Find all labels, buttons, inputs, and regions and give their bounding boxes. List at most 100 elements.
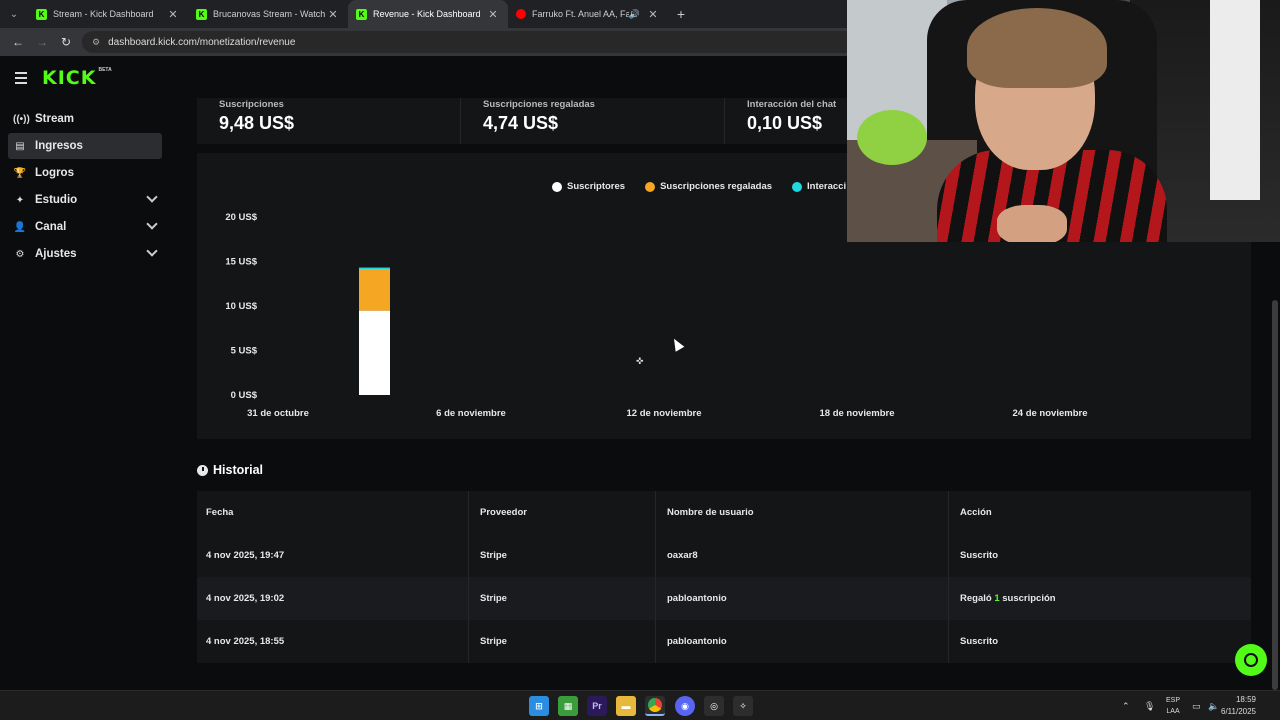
windows-start-icon[interactable]: ⊞ xyxy=(529,696,549,716)
premiere-icon[interactable]: Pr xyxy=(587,696,607,716)
folder-icon[interactable]: ▬ xyxy=(616,696,636,716)
discord-icon[interactable]: ◉ xyxy=(675,696,695,716)
gear-icon: ⚙ xyxy=(15,248,25,260)
obs-icon[interactable]: ◎ xyxy=(704,696,724,716)
kick-logo[interactable]: KICK xyxy=(42,67,96,89)
close-icon[interactable]: ✕ xyxy=(486,8,500,21)
column-header-accion[interactable]: Acción xyxy=(949,491,1251,534)
tab-search-icon[interactable]: ⌄ xyxy=(0,0,28,28)
chevron-down-icon[interactable] xyxy=(146,218,158,230)
historial-table: Fecha Proveedor Nombre de usuario Acción… xyxy=(197,491,1251,663)
clock-icon xyxy=(197,464,208,476)
sidebar-item-label: Logros xyxy=(35,167,74,179)
speaker-icon[interactable]: 🔊 xyxy=(629,9,640,20)
address-bar[interactable]: ⚙ dashboard.kick.com/monetization/revenu… xyxy=(82,31,902,53)
accion-text: Regaló xyxy=(960,593,995,604)
close-icon[interactable]: ✕ xyxy=(646,8,660,21)
y-tick-label: 5 US$ xyxy=(231,346,258,357)
sidebar-item-canal[interactable]: 👤 Canal xyxy=(8,214,162,240)
browser-tab-3[interactable]: Farruko Ft. Anuel AA, Fat Jo 🔊 ✕ xyxy=(508,0,668,28)
tab-title: Stream - Kick Dashboard xyxy=(53,9,154,19)
cell-usuario: oaxar8 xyxy=(656,534,949,577)
stat-label: Suscripciones regaladas xyxy=(483,99,595,110)
column-header-fecha[interactable]: Fecha xyxy=(197,491,469,534)
sidebar-item-label: Canal xyxy=(35,221,67,233)
webcam-hair xyxy=(967,8,1107,88)
microphone-icon[interactable]: 🎙 xyxy=(1144,691,1155,720)
back-button[interactable]: ← xyxy=(6,30,30,54)
browser-tab-1[interactable]: K Brucanovas Stream - Watch Live ✕ xyxy=(188,0,348,28)
menu-icon[interactable] xyxy=(0,72,42,84)
tab-title: Revenue - Kick Dashboard xyxy=(373,9,481,19)
tab-title: Farruko Ft. Anuel AA, Fat Jo xyxy=(532,9,629,19)
bar-segment-0[interactable] xyxy=(359,310,390,395)
screen: ⌄ K Stream - Kick Dashboard ✕ K Brucanov… xyxy=(0,0,1280,720)
minecraft-icon[interactable]: ▦ xyxy=(558,696,578,716)
broadcast-icon: ((•)) xyxy=(13,113,30,125)
clock-date: 6/11/2025 xyxy=(1221,707,1256,716)
column-header-usuario[interactable]: Nombre de usuario xyxy=(656,491,949,534)
cell-fecha: 4 nov 2025, 19:47 xyxy=(197,534,469,577)
webcam-overlay xyxy=(847,0,1280,242)
webcam-shelf-panel xyxy=(1210,0,1260,200)
channel-icon: 👤 xyxy=(13,221,27,233)
site-info-icon[interactable]: ⚙ xyxy=(92,37,100,48)
x-tick-label: 24 de noviembre xyxy=(1013,408,1088,419)
kick-favicon-icon: K xyxy=(36,8,47,20)
table-row: 4 nov 2025, 18:55 Stripe pabloantonio Su… xyxy=(197,620,1251,663)
sidebar-item-label: Stream xyxy=(35,113,74,125)
stat-suscripciones-regaladas: Suscripciones regaladas 4,74 US$ xyxy=(461,98,725,144)
reload-button[interactable]: ↻ xyxy=(54,30,78,54)
browser-tab-0[interactable]: K Stream - Kick Dashboard ✕ xyxy=(28,0,188,28)
accion-text: Suscrito xyxy=(960,636,999,647)
x-tick-label: 6 de noviembre xyxy=(436,408,506,419)
browser-tab-2[interactable]: K Revenue - Kick Dashboard ✕ xyxy=(348,0,508,28)
app-icon[interactable]: ✧ xyxy=(733,696,753,716)
cell-fecha: 4 nov 2025, 18:55 xyxy=(197,620,469,663)
network-icon[interactable]: ▭ xyxy=(1192,691,1201,720)
volume-icon[interactable]: 🔈 xyxy=(1208,691,1219,720)
bar-segment-2[interactable] xyxy=(359,267,390,270)
taskbar-clock[interactable]: 18:59 6/11/2025 xyxy=(1221,694,1256,718)
x-tick-label: 18 de noviembre xyxy=(820,408,895,419)
cell-fecha: 4 nov 2025, 19:02 xyxy=(197,577,469,620)
cell-usuario: pabloantonio xyxy=(656,577,949,620)
clock-time: 18:59 xyxy=(1235,695,1256,704)
lang-bottom: LAA xyxy=(1166,708,1180,715)
url-text: dashboard.kick.com/monetization/revenue xyxy=(108,36,296,48)
page-scrollbar[interactable] xyxy=(1272,300,1278,690)
sidebar: ((•)) Stream ▤ Ingresos 🏆 Logros ✦ Estud… xyxy=(0,106,170,268)
chevron-down-icon[interactable] xyxy=(146,245,158,257)
cell-usuario: pabloantonio xyxy=(656,620,949,663)
ledger-icon: ▤ xyxy=(15,140,25,152)
language-indicator[interactable]: ESP LAA xyxy=(1166,695,1180,717)
y-tick-label: 20 US$ xyxy=(225,212,257,223)
sidebar-item-estudio[interactable]: ✦ Estudio xyxy=(8,187,162,213)
cell-proveedor: Stripe xyxy=(469,577,656,620)
stat-value: 9,48 US$ xyxy=(219,113,295,133)
forward-button[interactable]: → xyxy=(30,30,54,54)
accion-text-post: suscripción xyxy=(999,593,1056,604)
y-tick-label: 15 US$ xyxy=(225,257,257,268)
bar-segment-1[interactable] xyxy=(359,268,390,311)
cell-accion: Regaló 1 suscripción xyxy=(949,577,1251,620)
column-header-proveedor[interactable]: Proveedor xyxy=(469,491,656,534)
close-icon[interactable]: ✕ xyxy=(166,8,180,21)
chevron-down-icon[interactable] xyxy=(146,191,158,203)
youtube-favicon-icon xyxy=(516,9,526,19)
support-chat-button[interactable] xyxy=(1235,644,1267,676)
tab-title: Brucanovas Stream - Watch Live xyxy=(213,9,326,19)
sidebar-item-label: Ajustes xyxy=(35,248,77,260)
close-icon[interactable]: ✕ xyxy=(326,8,340,21)
sidebar-item-ingresos[interactable]: ▤ Ingresos xyxy=(8,133,162,159)
sidebar-item-logros[interactable]: 🏆 Logros xyxy=(8,160,162,186)
chrome-icon[interactable] xyxy=(645,696,665,716)
chevron-up-icon[interactable]: ⌃ xyxy=(1122,691,1130,720)
sidebar-item-ajustes[interactable]: ⚙ Ajustes xyxy=(8,241,162,267)
cell-proveedor: Stripe xyxy=(469,620,656,663)
sidebar-item-label: Estudio xyxy=(35,194,78,206)
new-tab-button[interactable]: + xyxy=(668,6,694,22)
sidebar-item-stream[interactable]: ((•)) Stream xyxy=(8,106,162,132)
table-row: 4 nov 2025, 19:02 Stripe pabloantonio Re… xyxy=(197,577,1251,620)
kick-favicon-icon: K xyxy=(196,8,207,20)
